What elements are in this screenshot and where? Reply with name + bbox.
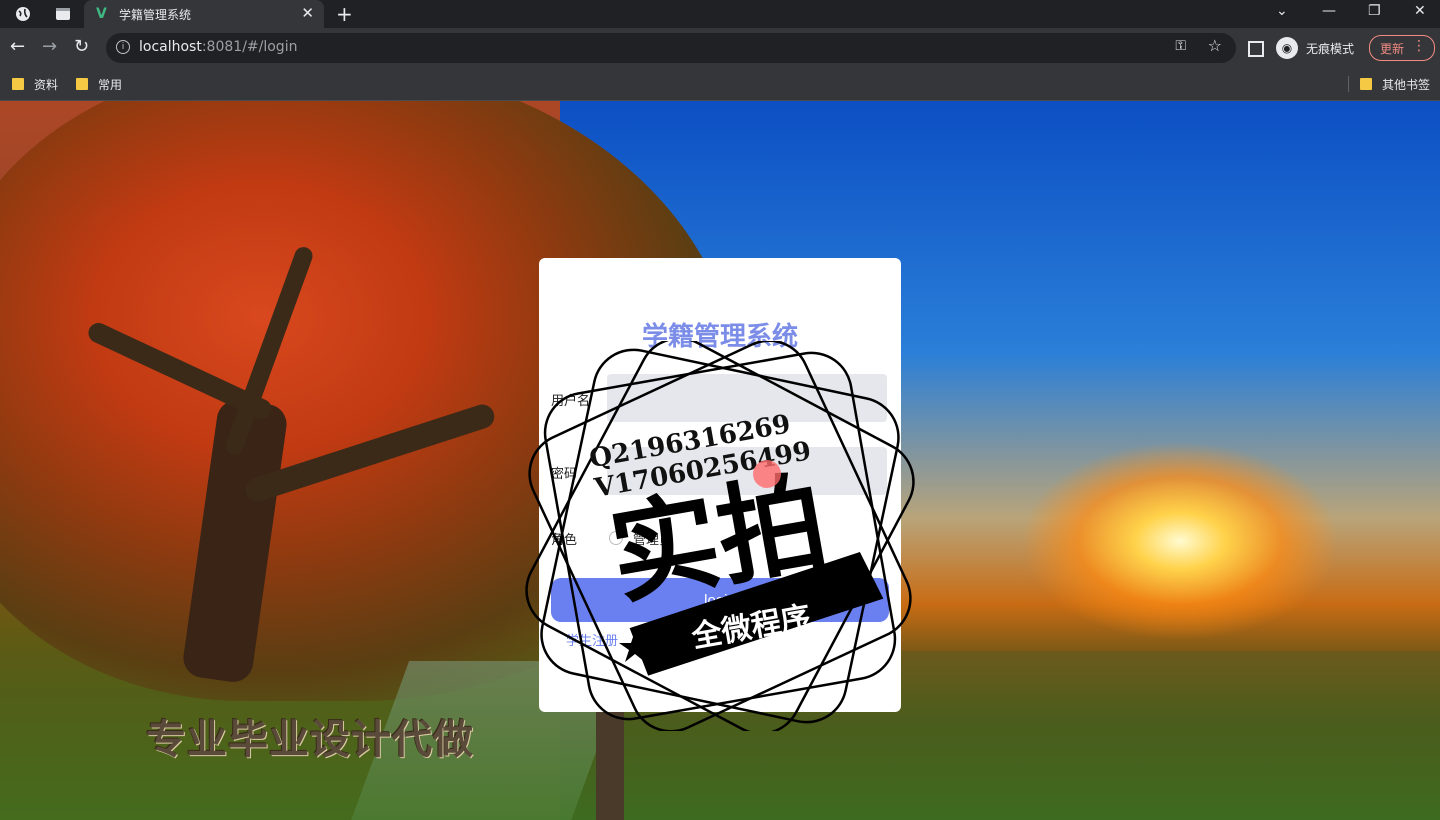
tab-strip: V 学籍管理系统 ✕ + ⌄ — ❐ ✕ (0, 0, 1440, 28)
vue-favicon-icon: V (96, 6, 107, 22)
tab-active[interactable]: V 学籍管理系统 ✕ (84, 0, 324, 28)
bookmark-folder-changyong[interactable]: 常用 (76, 75, 122, 93)
folder-icon (76, 78, 88, 90)
tab-list-chevron-icon[interactable]: ⌄ (1276, 3, 1288, 19)
incognito-label: 无痕模式 (1306, 42, 1355, 56)
forward-icon[interactable]: → (42, 36, 57, 57)
bookmarks-divider (1348, 76, 1349, 92)
password-key-icon[interactable]: ⚿ (1175, 38, 1186, 54)
browser-toolbar: ← → ↻ i localhost:8081/#/login ⚿ ☆ ◉ 无痕模… (0, 28, 1440, 68)
new-tab-icon[interactable]: + (336, 2, 353, 26)
address-bar[interactable]: i localhost:8081/#/login ⚿ ☆ (106, 33, 1236, 63)
close-tab-icon[interactable]: ✕ (301, 4, 314, 22)
back-icon[interactable]: ← (10, 36, 25, 57)
login-button[interactable]: login (551, 578, 889, 622)
update-label: 更新 (1380, 42, 1405, 56)
password-label: 密码 (551, 467, 578, 482)
update-button[interactable]: 更新 ⋮ (1369, 35, 1435, 61)
reload-icon[interactable]: ↻ (74, 36, 89, 57)
fence-post (596, 701, 624, 820)
login-card: 学籍管理系统 用户名 密码 角色 管理员 login 学生注册 (539, 258, 901, 712)
side-panel-icon[interactable] (1248, 41, 1264, 57)
student-register-link[interactable]: 学生注册 (566, 630, 618, 649)
bookmark-folder-ziliao[interactable]: 资料 (12, 75, 58, 93)
bookmark-star-icon[interactable]: ☆ (1208, 36, 1222, 55)
tab-search-icon[interactable] (54, 5, 72, 23)
folder-icon (1360, 78, 1372, 90)
restore-icon[interactable]: ❐ (1368, 3, 1381, 19)
sunset-glow (1020, 441, 1340, 641)
folder-icon (12, 78, 24, 90)
role-radio-admin[interactable] (609, 531, 623, 545)
overlay-caption: 专业毕业设计代做 (146, 717, 474, 763)
role-option-label: 管理员 (633, 533, 673, 548)
other-bookmarks[interactable]: 其他书签 (1360, 75, 1430, 93)
bookmarks-bar: 资料 常用 其他书签 (0, 68, 1440, 101)
window-close-icon[interactable]: ✕ (1414, 3, 1426, 19)
password-input[interactable] (607, 447, 887, 495)
menu-dots-icon: ⋮ (1412, 38, 1426, 54)
username-input[interactable] (607, 374, 887, 422)
username-label: 用户名 (551, 394, 591, 409)
globe-icon[interactable] (14, 5, 32, 23)
tab-title: 学籍管理系统 (119, 8, 192, 22)
minimize-icon[interactable]: — (1322, 3, 1336, 19)
role-label: 角色 (551, 533, 578, 548)
site-info-icon[interactable]: i (116, 40, 130, 54)
login-title: 学籍管理系统 (641, 322, 798, 352)
url-text[interactable]: localhost:8081/#/login (139, 39, 297, 55)
page-viewport: 专业毕业设计代做 学籍管理系统 用户名 密码 角色 管理员 login 学生注册… (0, 101, 1440, 820)
incognito-icon: ◉ (1276, 37, 1298, 59)
